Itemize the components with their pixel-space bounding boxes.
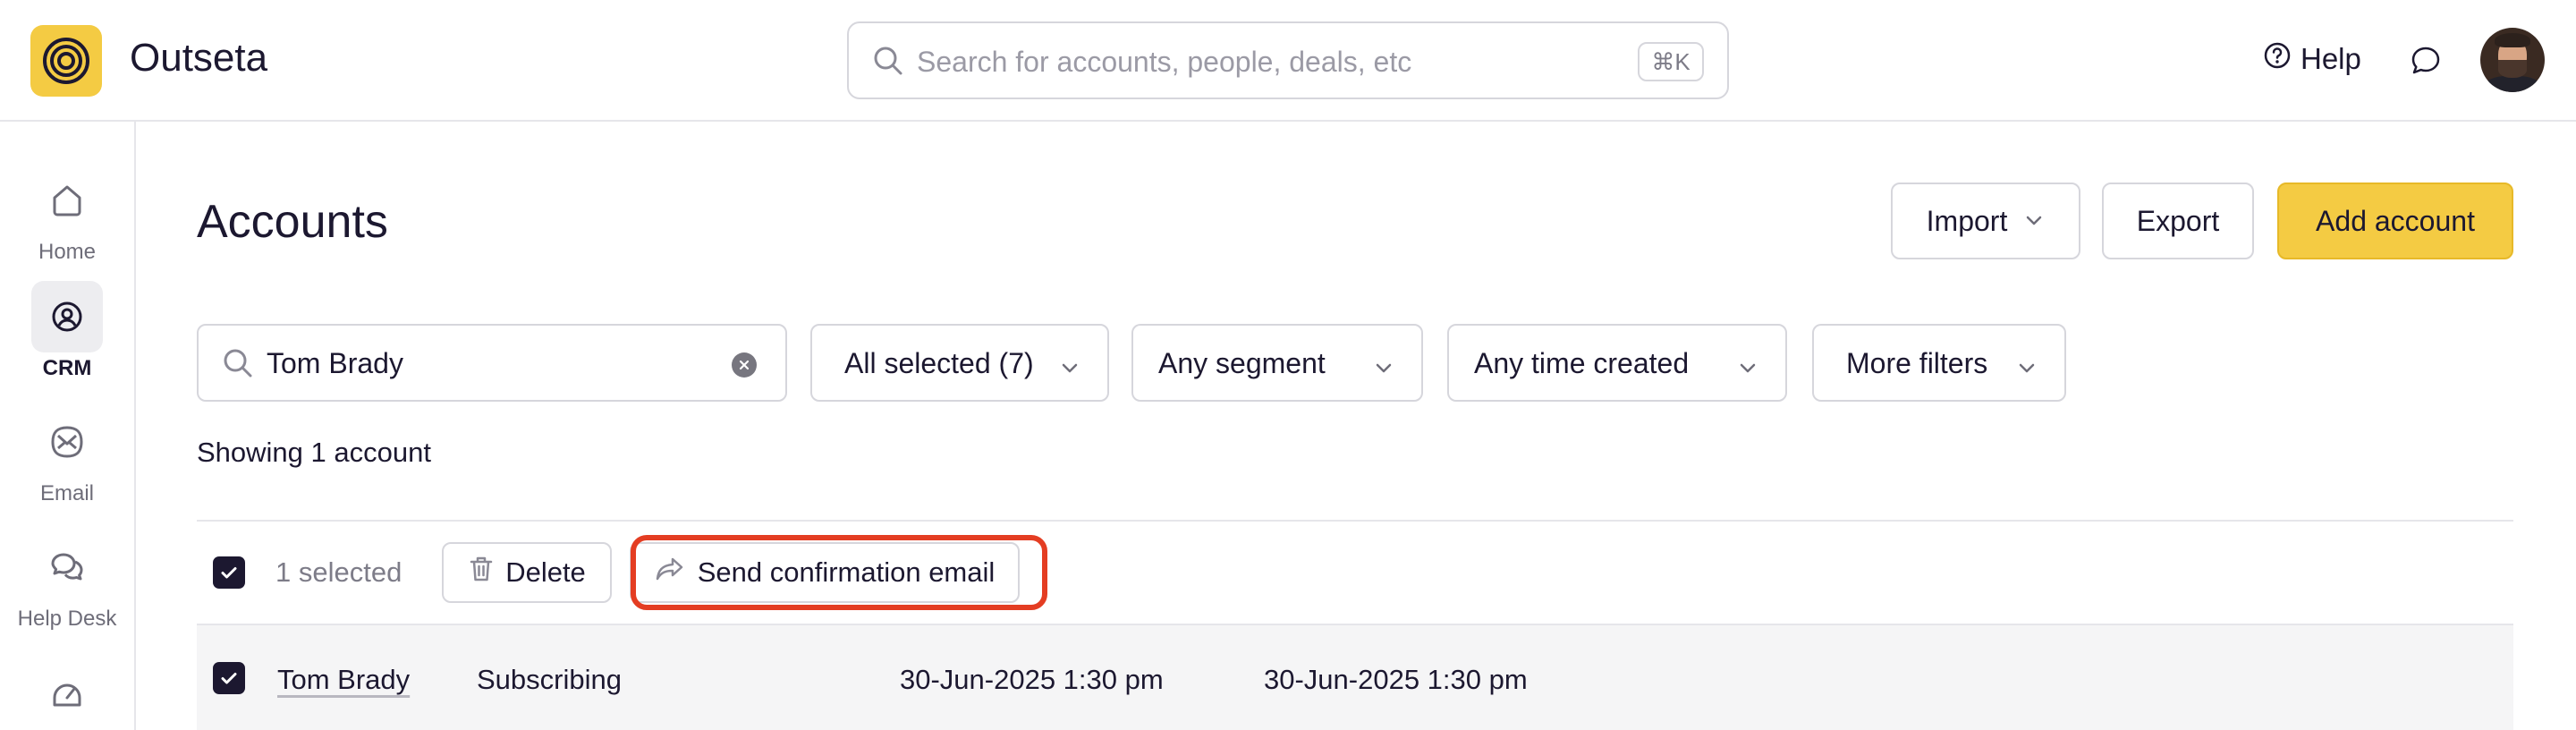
account-name-link[interactable]: Tom Brady	[277, 664, 410, 696]
bulk-action-bar: 1 selected Delete Send confirmation emai…	[197, 522, 2513, 624]
send-confirmation-email-button[interactable]: Send confirmation email	[630, 542, 1020, 603]
shortcut-badge: ⌘K	[1638, 42, 1704, 81]
segment-filter-dropdown[interactable]: Any segment	[1131, 324, 1423, 402]
row-checkbox[interactable]	[213, 662, 245, 694]
status-filter-label: All selected (7)	[844, 347, 1034, 379]
add-account-button[interactable]: Add account	[2277, 182, 2513, 259]
home-icon	[31, 165, 103, 236]
chevron-down-icon	[1373, 352, 1394, 386]
sidebar: Home CRM Email Help Desk	[0, 122, 136, 730]
select-all-checkbox[interactable]	[213, 556, 245, 589]
sidebar-item-home[interactable]: Home	[0, 165, 134, 265]
logo-icon[interactable]	[30, 25, 102, 97]
chat-icon[interactable]	[2410, 45, 2442, 81]
search-placeholder: Search for accounts, people, deals, etc	[917, 46, 1412, 78]
import-button[interactable]: Import	[1891, 182, 2080, 259]
more-filters-dropdown[interactable]: More filters	[1812, 324, 2066, 402]
chevron-down-icon	[2023, 205, 2045, 238]
search-icon	[222, 347, 254, 384]
export-button[interactable]: Export	[2102, 182, 2254, 259]
more-filters-label: More filters	[1846, 347, 1988, 379]
clear-search-icon[interactable]	[732, 352, 757, 378]
sidebar-item-label: CRM	[42, 356, 92, 380]
sidebar-item-help-desk[interactable]: Help Desk	[0, 531, 134, 632]
email-icon	[31, 406, 103, 478]
created-filter-dropdown[interactable]: Any time created	[1447, 324, 1787, 402]
sidebar-item-label: Email	[39, 481, 94, 505]
sidebar-item-label: Home	[38, 240, 97, 264]
top-bar: Outseta Search for accounts, people, dea…	[0, 0, 2576, 122]
add-account-label: Add account	[2316, 204, 2475, 237]
account-updated-date: 30-Jun-2025 1:30 pm	[1264, 664, 1528, 695]
export-label: Export	[2136, 204, 2220, 237]
sidebar-item-more[interactable]	[0, 657, 134, 728]
search-icon	[872, 45, 904, 81]
account-search-value: Tom Brady	[267, 347, 403, 379]
help-icon	[2263, 41, 2292, 77]
created-filter-label: Any time created	[1474, 347, 1690, 379]
import-label: Import	[1926, 204, 2008, 237]
sidebar-item-label: Help Desk	[17, 607, 117, 631]
status-filter-dropdown[interactable]: All selected (7)	[810, 324, 1109, 402]
delete-button[interactable]: Delete	[442, 542, 612, 603]
help-button[interactable]: Help	[2263, 41, 2361, 77]
account-search-input[interactable]: Tom Brady	[197, 324, 787, 402]
chevron-down-icon	[1059, 352, 1080, 386]
chevron-down-icon	[2016, 352, 2038, 386]
segment-filter-label: Any segment	[1158, 347, 1326, 379]
gauge-icon	[31, 657, 103, 728]
app-name: Outseta	[130, 36, 268, 80]
send-confirmation-label: Send confirmation email	[697, 556, 996, 588]
account-status: Subscribing	[477, 664, 622, 695]
account-created-date: 30-Jun-2025 1:30 pm	[900, 664, 1164, 695]
delete-label: Delete	[505, 556, 586, 588]
page-title: Accounts	[197, 196, 388, 248]
chevron-down-icon	[1737, 352, 1758, 386]
table-row[interactable]: Tom Brady Subscribing 30-Jun-2025 1:30 p…	[197, 624, 2513, 730]
crm-icon	[31, 281, 103, 352]
sidebar-item-email[interactable]: Email	[0, 406, 134, 506]
trash-icon	[468, 555, 495, 590]
sidebar-item-crm[interactable]: CRM	[0, 281, 134, 381]
help-label: Help	[2301, 42, 2361, 75]
results-count: Showing 1 account	[197, 437, 431, 468]
global-search-input[interactable]: Search for accounts, people, deals, etc …	[847, 21, 1729, 99]
user-avatar[interactable]	[2480, 28, 2545, 92]
share-arrow-icon	[655, 556, 685, 590]
selected-count: 1 selected	[275, 556, 402, 588]
help-desk-icon	[31, 531, 103, 603]
